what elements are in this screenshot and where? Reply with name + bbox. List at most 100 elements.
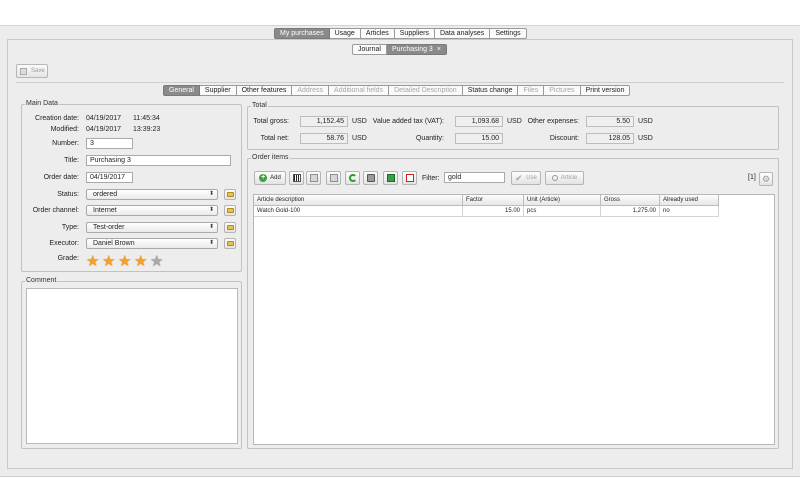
status-label: Status:: [57, 191, 79, 198]
number-label: Number:: [52, 140, 79, 147]
order-date-label: Order date:: [43, 174, 79, 181]
type-select[interactable]: Test-order ⬍: [86, 222, 218, 233]
type-label: Type:: [61, 224, 79, 231]
order-channel-label: Order channel:: [32, 207, 79, 214]
table-cell-article-description[interactable]: Watch Gold-100: [254, 206, 463, 217]
type-folder-button[interactable]: [224, 222, 236, 233]
tab-purchasing-3-label: Purchasing 3: [391, 46, 433, 53]
barcode-icon: [292, 174, 301, 182]
save-button-label: Save: [31, 68, 45, 74]
tab-pictures[interactable]: Pictures: [544, 85, 581, 96]
column-header-already-used[interactable]: Already used: [660, 195, 719, 206]
tab-suppliers[interactable]: Suppliers: [394, 28, 435, 39]
grade-label: Grade:: [57, 255, 79, 262]
print-button[interactable]: [363, 171, 378, 185]
folder-icon: [227, 241, 234, 246]
total-net-currency: USD: [352, 135, 367, 142]
barcode-button[interactable]: [289, 171, 304, 185]
add-item-button-label: Add: [270, 175, 281, 181]
document-icon: [309, 174, 318, 182]
document-button[interactable]: [306, 171, 321, 185]
pdf-icon: [405, 174, 414, 182]
table-cell-factor[interactable]: 15.00: [463, 206, 524, 217]
select-arrows-icon: ⬍: [208, 240, 214, 246]
detail-tab-bar: General Supplier Other features Address …: [163, 85, 631, 96]
tab-supplier[interactable]: Supplier: [199, 85, 237, 96]
executor-select[interactable]: Daniel Brown ⬍: [86, 238, 218, 249]
total-gross-currency: USD: [352, 118, 367, 125]
star-icon[interactable]: ★: [118, 254, 134, 269]
order-channel-select[interactable]: Internet ⬍: [86, 205, 218, 216]
close-icon[interactable]: ×: [437, 46, 441, 53]
folder-icon: [227, 208, 234, 213]
title-input[interactable]: Purchasing 3: [86, 155, 231, 166]
refresh-button[interactable]: [345, 171, 360, 185]
table-cell-already-used[interactable]: no: [660, 206, 719, 217]
tab-purchasing-3[interactable]: Purchasing 3 ×: [386, 44, 447, 55]
column-header-article-description[interactable]: Article description: [254, 195, 463, 206]
tab-additional-fields[interactable]: Additional fields: [329, 85, 390, 96]
tab-other-features[interactable]: Other features: [236, 85, 293, 96]
other-expenses-currency: USD: [638, 118, 653, 125]
tab-files[interactable]: Files: [518, 85, 545, 96]
executor-label: Executor:: [49, 240, 79, 247]
tab-articles[interactable]: Articles: [360, 28, 395, 39]
printer-icon: [366, 174, 375, 182]
tab-data-analyses[interactable]: Data analyses: [434, 28, 491, 39]
number-input[interactable]: 3: [86, 138, 133, 149]
discount-label: Discount:: [549, 135, 579, 142]
comment-title: Comment: [25, 277, 58, 284]
status-select[interactable]: ordered ⬍: [86, 189, 218, 200]
star-icon[interactable]: ★: [86, 254, 102, 269]
status-folder-button[interactable]: [224, 189, 236, 200]
other-expenses-field: 5.50: [586, 116, 634, 127]
creation-date-label: Creation date:: [35, 115, 79, 122]
tab-print-version[interactable]: Print version: [580, 85, 631, 96]
vat-field: 1,093.68: [455, 116, 503, 127]
order-date-input[interactable]: 04/19/2017: [86, 172, 133, 183]
tab-address[interactable]: Address: [292, 85, 330, 96]
creation-time-value: 11:45:34: [133, 115, 160, 122]
comment-textarea[interactable]: [26, 288, 238, 444]
discount-field: 128.05: [586, 133, 634, 144]
vat-label: Value added tax (VAT):: [372, 118, 444, 125]
add-item-button[interactable]: + Add: [254, 171, 286, 185]
tab-detailed-description[interactable]: Detailed Description: [389, 85, 463, 96]
save-button[interactable]: Save: [16, 64, 48, 78]
select-arrows-icon: ⬍: [208, 207, 214, 213]
vat-currency: USD: [507, 118, 522, 125]
pdf-button[interactable]: [402, 171, 417, 185]
article-button[interactable]: Article: [545, 171, 584, 185]
delete-button[interactable]: [326, 171, 341, 185]
executor-select-value: Daniel Brown: [93, 240, 135, 247]
folder-icon: [227, 225, 234, 230]
table-cell-gross[interactable]: 1,275.00: [601, 206, 660, 217]
star-icon[interactable]: ★: [134, 254, 150, 269]
tab-usage[interactable]: Usage: [329, 28, 361, 39]
use-button[interactable]: ✔ Use: [511, 171, 541, 185]
settings-button[interactable]: ⚙: [759, 172, 773, 186]
tab-status-change[interactable]: Status change: [462, 85, 519, 96]
export-button[interactable]: [383, 171, 398, 185]
title-label: Title:: [64, 157, 79, 164]
tab-journal[interactable]: Journal: [352, 44, 387, 55]
toolbar-divider: [16, 82, 784, 83]
discount-currency: USD: [638, 135, 653, 142]
main-data-title: Main Data: [25, 100, 59, 107]
column-header-unit[interactable]: Unit (Article): [524, 195, 601, 206]
order-channel-folder-button[interactable]: [224, 205, 236, 216]
tab-my-purchases[interactable]: My purchases: [274, 28, 330, 39]
refresh-icon: [348, 174, 357, 182]
filter-input[interactable]: gold: [444, 172, 505, 183]
trash-icon: [329, 174, 338, 182]
tab-general[interactable]: General: [163, 85, 200, 96]
star-icon[interactable]: ★: [150, 254, 166, 269]
table-cell-unit[interactable]: pcs: [524, 206, 601, 217]
grade-rating[interactable]: ★ ★ ★ ★ ★: [86, 254, 166, 269]
column-header-factor[interactable]: Factor: [463, 195, 524, 206]
star-icon[interactable]: ★: [102, 254, 118, 269]
creation-date-value: 04/19/2017: [86, 115, 122, 122]
tab-settings[interactable]: Settings: [490, 28, 527, 39]
column-header-gross[interactable]: Gross: [601, 195, 660, 206]
executor-folder-button[interactable]: [224, 238, 236, 249]
